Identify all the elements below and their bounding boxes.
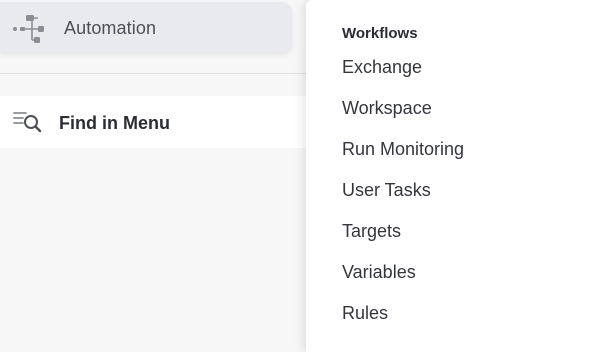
search-list-icon <box>12 109 44 133</box>
find-in-menu-button[interactable]: Find in Menu <box>0 96 306 148</box>
menu-item-rules[interactable]: Rules <box>342 302 464 343</box>
workflow-icon <box>12 14 46 44</box>
menu-item-workspace[interactable]: Workspace <box>342 97 464 138</box>
sidebar-item-automation[interactable]: Automation <box>0 2 292 52</box>
menu-item-exchange[interactable]: Exchange <box>342 56 464 97</box>
sidebar: Automation Find in Menu <box>0 0 306 352</box>
menu-item-variables[interactable]: Variables <box>342 261 464 302</box>
workflows-flyout-menu: Workflows Exchange Workspace Run Monitor… <box>306 0 600 352</box>
menu-item-run-monitoring[interactable]: Run Monitoring <box>342 138 464 179</box>
find-in-menu-label: Find in Menu <box>59 113 170 133</box>
menu-list: Exchange Workspace Run Monitoring User T… <box>342 56 464 343</box>
app-window: Automation Find in Menu Workflows Exchan… <box>0 0 600 352</box>
divider <box>0 73 306 74</box>
menu-item-user-tasks[interactable]: User Tasks <box>342 179 464 220</box>
menu-item-targets[interactable]: Targets <box>342 220 464 261</box>
sidebar-item-label: Automation <box>64 18 157 38</box>
menu-section-heading: Workflows <box>342 25 418 42</box>
